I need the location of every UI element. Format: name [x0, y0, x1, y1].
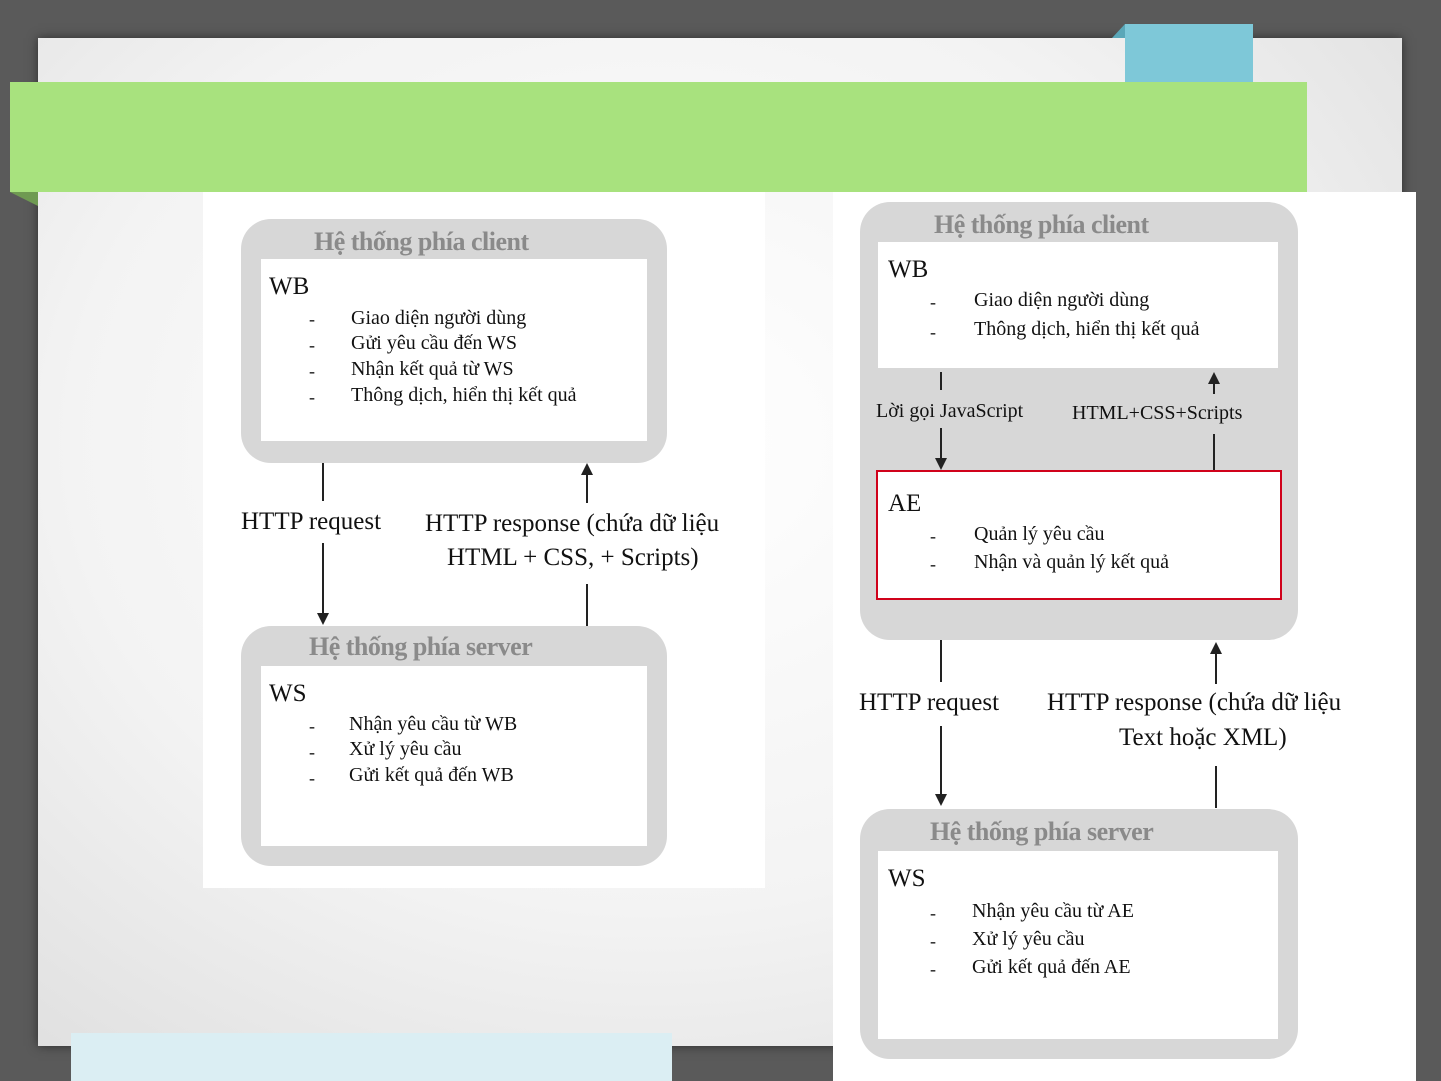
- bullet: -: [309, 742, 315, 762]
- right-diagram: Hệ thống phía client WB - Giao diện ngườ…: [833, 192, 1416, 1081]
- html-line-top: [1213, 384, 1215, 394]
- http-response-label-1: HTTP response (chứa dữ liệu: [1047, 689, 1342, 716]
- left-diagram: Hệ thống phía client WB - Giao diện ngườ…: [203, 192, 765, 888]
- request-arrowhead: [935, 794, 947, 806]
- ws-box: WS - Nhận yêu cầu từ AE - Xử lý yêu cầu …: [878, 851, 1278, 1039]
- response-arrowhead: [581, 463, 593, 475]
- client-system-title: Hệ thống phía client: [314, 227, 529, 256]
- ws-label: WS: [888, 865, 926, 892]
- ae-label: AE: [888, 490, 922, 517]
- response-line-bottom: [586, 584, 588, 626]
- bottom-strip: [71, 1033, 672, 1081]
- server-system-box: Hệ thống phía server WS - Nhận yêu cầu t…: [241, 626, 667, 866]
- bullet: -: [930, 931, 936, 951]
- response-line-top: [1215, 654, 1217, 684]
- wb-item: Giao diện người dùng: [351, 307, 527, 329]
- wb-label: WB: [888, 256, 929, 283]
- wb-box: WB - Giao diện người dùng - Gửi yêu cầu …: [261, 259, 647, 441]
- ws-item: Xử lý yêu cầu: [972, 928, 1085, 950]
- wb-label: WB: [269, 273, 310, 300]
- request-line-top: [322, 463, 324, 501]
- http-response-label-1: HTTP response (chứa dữ liệu: [425, 510, 720, 537]
- server-system-box: Hệ thống phía server WS - Nhận yêu cầu t…: [860, 809, 1298, 1059]
- ws-item: Nhận yêu cầu từ AE: [972, 900, 1134, 922]
- ws-item: Nhận yêu cầu từ WB: [349, 713, 518, 735]
- js-call-arrowhead: [935, 458, 947, 470]
- title-bar-fold: [10, 192, 38, 206]
- bullet: -: [930, 554, 936, 574]
- wb-item: Nhận kết quả từ WS: [351, 358, 514, 380]
- html-css-scripts-label: HTML+CSS+Scripts: [1072, 402, 1243, 424]
- ws-item: Gửi kết quả đến AE: [972, 956, 1131, 978]
- bullet: -: [930, 903, 936, 923]
- title-bar: [10, 82, 1307, 192]
- request-line-bottom: [940, 726, 942, 794]
- request-line-bottom: [322, 543, 324, 613]
- http-request-label: HTTP request: [859, 689, 1000, 716]
- wb-item: Gửi yêu cầu đến WS: [351, 332, 517, 354]
- bullet: -: [309, 335, 315, 355]
- request-arrowhead: [317, 613, 329, 625]
- response-line-bottom: [1215, 766, 1217, 808]
- ws-item: Gửi kết quả đến WB: [349, 764, 514, 786]
- js-call-label: Lời gọi JavaScript: [876, 400, 1024, 422]
- bullet: -: [309, 309, 315, 329]
- js-call-line-bottom: [940, 428, 942, 460]
- server-system-title: Hệ thống phía server: [309, 632, 533, 661]
- server-system-title: Hệ thống phía server: [930, 817, 1154, 846]
- tab-fold: [1112, 24, 1125, 38]
- bullet: -: [930, 526, 936, 546]
- http-response-label-2: Text hoặc XML): [1119, 724, 1287, 751]
- request-line-top: [940, 640, 942, 682]
- wb-box: WB - Giao diện người dùng - Thông dịch, …: [878, 242, 1278, 368]
- bullet: -: [930, 322, 936, 342]
- html-line-bottom: [1213, 434, 1215, 474]
- wb-item: Giao diện người dùng: [974, 289, 1150, 311]
- client-system-box: Hệ thống phía client WB - Giao diện ngườ…: [241, 219, 667, 463]
- http-request-label: HTTP request: [241, 508, 382, 535]
- js-call-line-top: [940, 372, 942, 390]
- bullet: -: [309, 361, 315, 381]
- response-arrowhead: [1210, 642, 1222, 654]
- bullet: -: [309, 716, 315, 736]
- bullet: -: [309, 387, 315, 407]
- wb-item: Thông dịch, hiển thị kết quả: [974, 318, 1200, 340]
- ws-item: Xử lý yêu cầu: [349, 738, 462, 760]
- http-response-label-2: HTML + CSS, + Scripts): [447, 544, 699, 571]
- wb-item: Thông dịch, hiển thị kết quả: [351, 384, 577, 406]
- ae-item: Nhận và quản lý kết quả: [974, 551, 1169, 573]
- bullet: -: [930, 292, 936, 312]
- ws-box: WS - Nhận yêu cầu từ WB - Xử lý yêu cầu …: [261, 666, 647, 846]
- client-system-title: Hệ thống phía client: [934, 210, 1149, 239]
- bullet: -: [309, 768, 315, 788]
- bullet: -: [930, 959, 936, 979]
- ae-item: Quản lý yêu cầu: [974, 523, 1105, 545]
- ws-label: WS: [269, 680, 307, 707]
- html-arrowhead: [1208, 372, 1220, 384]
- ae-box: AE - Quản lý yêu cầu - Nhận và quản lý k…: [876, 470, 1282, 600]
- client-system-box: Hệ thống phía client WB - Giao diện ngườ…: [860, 202, 1298, 640]
- response-line-top: [586, 475, 588, 503]
